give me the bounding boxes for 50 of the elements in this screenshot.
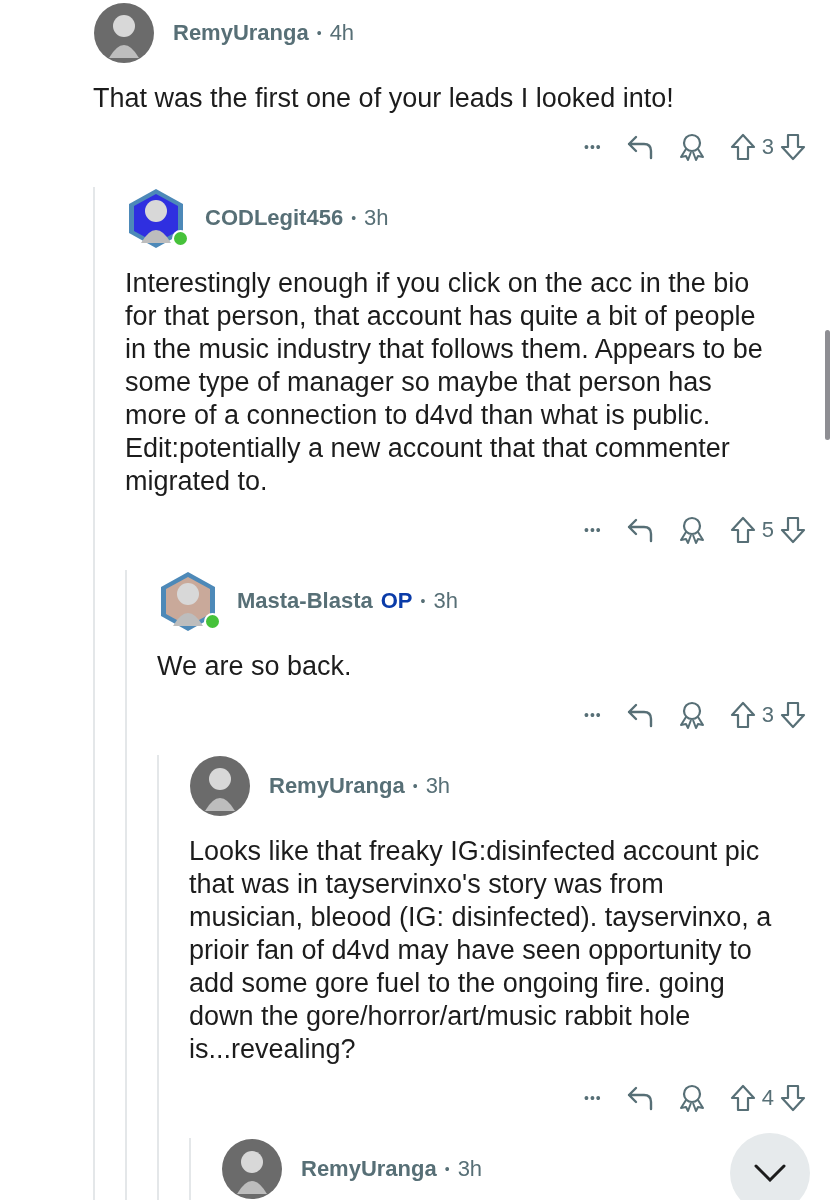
more-options-button[interactable]: ••• <box>584 707 602 723</box>
comment-text: Interestingly enough if you click on the acc in the bio for that person, that account has quite a bit of people in the music industry that follows them. Appears to be some type of manager so maybe that person has more of a connection to d4vd than what is public. Edit:potentially a new account that that commenter migrated to. <box>125 267 764 498</box>
more-options-button[interactable]: ••• <box>584 522 602 538</box>
timestamp: 3h <box>425 773 451 799</box>
comment-text: Looks like that freaky IG:disinfected account pic that was in tayservinxo's story was from musician, bleood (IG: disinfected). tayservinxo, a prioir fan of d4vd may have seen opportunity to add some gore fuel to the ongoing fire. going down the gore/horror/art/music rabbit hole is...revealing? <box>189 835 773 1066</box>
timestamp: 3h <box>433 588 458 614</box>
separator-dot: • <box>351 210 357 226</box>
upvote-icon[interactable] <box>729 1084 756 1112</box>
downvote-icon[interactable] <box>780 516 806 544</box>
upvote-icon[interactable] <box>729 516 756 544</box>
comment-text: We are so back. <box>157 650 353 683</box>
username[interactable]: Masta-Blasta <box>237 588 373 614</box>
award-icon[interactable] <box>677 133 706 161</box>
vote-count: 3 <box>761 702 774 728</box>
downvote-icon[interactable] <box>780 1084 806 1112</box>
scrollbar[interactable] <box>825 330 830 440</box>
award-icon[interactable] <box>677 701 706 729</box>
avatar[interactable] <box>221 1138 283 1200</box>
timestamp: 3h <box>457 1156 483 1182</box>
downvote-icon[interactable] <box>780 701 806 729</box>
reply-icon[interactable] <box>625 134 654 160</box>
username[interactable]: CODLegit456 <box>205 205 344 231</box>
reply-icon[interactable] <box>625 702 654 728</box>
timestamp: 4h <box>329 20 355 46</box>
reply-icon[interactable] <box>625 1085 654 1111</box>
chevron-down-icon <box>754 1164 786 1182</box>
vote-count: 5 <box>761 517 774 543</box>
more-options-button[interactable]: ••• <box>584 1090 602 1106</box>
separator-dot: • <box>420 593 426 609</box>
scroll-down-button[interactable] <box>730 1133 810 1200</box>
username[interactable]: RemyUranga <box>173 20 309 46</box>
more-options-button[interactable]: ••• <box>584 139 602 155</box>
upvote-icon[interactable] <box>729 133 756 161</box>
separator-dot: • <box>316 25 322 41</box>
separator-dot: • <box>444 1161 450 1177</box>
timestamp: 3h <box>364 205 389 231</box>
award-icon[interactable] <box>677 1084 706 1112</box>
award-icon[interactable] <box>677 516 706 544</box>
vote-count: 3 <box>761 134 774 160</box>
op-label: OP <box>380 588 413 614</box>
username[interactable]: RemyUranga <box>269 773 405 799</box>
avatar[interactable] <box>93 2 155 64</box>
separator-dot: • <box>412 778 418 794</box>
comment-text: That was the first one of your leads I looked into! <box>93 82 675 115</box>
reply-icon[interactable] <box>625 517 654 543</box>
username[interactable]: RemyUranga <box>301 1156 437 1182</box>
avatar[interactable] <box>189 755 251 817</box>
downvote-icon[interactable] <box>780 133 806 161</box>
upvote-icon[interactable] <box>729 701 756 729</box>
vote-count: 4 <box>761 1085 774 1111</box>
